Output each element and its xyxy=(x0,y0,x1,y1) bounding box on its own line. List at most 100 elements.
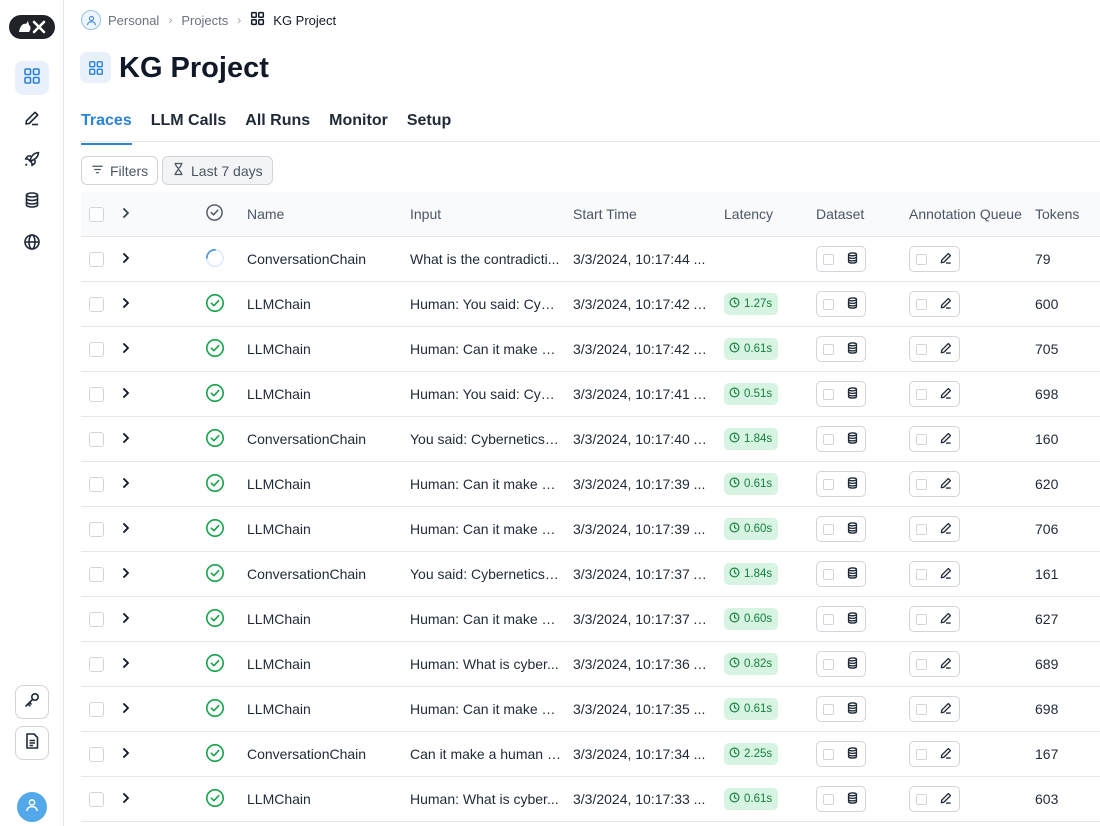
table-row[interactable]: ConversationChain What is the contradicti… xyxy=(81,237,1100,282)
add-to-annotation-queue-button[interactable] xyxy=(909,471,960,497)
run-name[interactable]: LLMChain xyxy=(247,282,311,326)
dataset-checkbox[interactable] xyxy=(823,433,834,445)
expand-chevron-icon[interactable] xyxy=(121,296,131,312)
tab-llm-calls[interactable]: LLM Calls xyxy=(151,109,227,145)
add-to-dataset-button[interactable] xyxy=(816,471,866,497)
expand-chevron-icon[interactable] xyxy=(121,566,131,582)
add-to-dataset-button[interactable] xyxy=(816,516,866,542)
row-checkbox[interactable] xyxy=(89,791,104,807)
add-to-dataset-button[interactable] xyxy=(816,741,866,767)
header-tokens[interactable]: Tokens xyxy=(1035,192,1095,236)
sidebar-annotation[interactable] xyxy=(15,103,49,137)
row-checkbox[interactable] xyxy=(89,296,104,312)
add-to-annotation-queue-button[interactable] xyxy=(909,696,960,722)
expand-chevron-icon[interactable] xyxy=(121,701,131,717)
row-checkbox[interactable] xyxy=(89,386,104,402)
run-name[interactable]: ConversationChain xyxy=(247,417,366,461)
add-to-dataset-button[interactable] xyxy=(816,291,866,317)
table-row[interactable]: LLMChain Human: Can it make a ... 3/3/2024… xyxy=(81,597,1100,642)
add-to-annotation-queue-button[interactable] xyxy=(909,606,960,632)
expand-chevron-icon[interactable] xyxy=(121,431,131,447)
queue-checkbox[interactable] xyxy=(916,748,927,760)
tab-traces[interactable]: Traces xyxy=(81,109,132,145)
sidebar-docs[interactable] xyxy=(15,726,49,760)
table-row[interactable]: ConversationChain You said: Cybernetics i… xyxy=(81,417,1100,462)
run-name[interactable]: LLMChain xyxy=(247,462,311,506)
queue-checkbox[interactable] xyxy=(916,613,927,625)
dataset-checkbox[interactable] xyxy=(823,793,834,805)
row-checkbox[interactable] xyxy=(89,476,104,492)
table-row[interactable]: LLMChain Human: What is cyber... 3/3/2024,… xyxy=(81,777,1100,822)
add-to-annotation-queue-button[interactable] xyxy=(909,381,960,407)
add-to-annotation-queue-button[interactable] xyxy=(909,741,960,767)
expand-chevron-icon[interactable] xyxy=(121,521,131,537)
run-name[interactable]: LLMChain xyxy=(247,372,311,416)
row-checkbox[interactable] xyxy=(89,341,104,357)
run-name[interactable]: LLMChain xyxy=(247,597,311,641)
header-latency[interactable]: Latency xyxy=(724,192,804,236)
queue-checkbox[interactable] xyxy=(916,388,927,400)
add-to-dataset-button[interactable] xyxy=(816,381,866,407)
run-name[interactable]: LLMChain xyxy=(247,642,311,686)
user-avatar[interactable] xyxy=(17,792,47,822)
header-input[interactable]: Input xyxy=(410,192,562,236)
expand-chevron-icon[interactable] xyxy=(121,386,131,402)
header-annotation-queue[interactable]: Annotation Queue xyxy=(909,192,1029,236)
row-checkbox[interactable] xyxy=(89,251,104,267)
queue-checkbox[interactable] xyxy=(916,298,927,310)
table-row[interactable]: LLMChain Human: Can it make a ... 3/3/2024… xyxy=(81,507,1100,552)
row-checkbox[interactable] xyxy=(89,746,104,762)
breadcrumb-projects[interactable]: Projects xyxy=(181,13,228,28)
add-to-dataset-button[interactable] xyxy=(816,606,866,632)
dataset-checkbox[interactable] xyxy=(823,748,834,760)
add-to-dataset-button[interactable] xyxy=(816,246,866,272)
expand-chevron-icon[interactable] xyxy=(121,611,131,627)
row-checkbox[interactable] xyxy=(89,566,104,582)
dataset-checkbox[interactable] xyxy=(823,523,834,535)
run-name[interactable]: ConversationChain xyxy=(247,732,366,776)
queue-checkbox[interactable] xyxy=(916,253,927,265)
app-logo[interactable] xyxy=(9,15,55,39)
breadcrumb-personal[interactable]: Personal xyxy=(108,13,159,28)
row-checkbox[interactable] xyxy=(89,701,104,717)
queue-checkbox[interactable] xyxy=(916,703,927,715)
expand-chevron-icon[interactable] xyxy=(121,746,131,762)
sidebar-projects[interactable] xyxy=(15,61,49,95)
sidebar-deployments[interactable] xyxy=(15,144,49,178)
run-name[interactable]: LLMChain xyxy=(247,327,311,371)
table-row[interactable]: LLMChain Human: You said: Cybe... 3/3/2024… xyxy=(81,282,1100,327)
dataset-checkbox[interactable] xyxy=(823,388,834,400)
dataset-checkbox[interactable] xyxy=(823,703,834,715)
sidebar-api-keys[interactable] xyxy=(15,685,49,719)
select-all-checkbox[interactable] xyxy=(89,206,104,222)
table-row[interactable]: LLMChain Human: Can it make a ... 3/3/2024… xyxy=(81,327,1100,372)
dataset-checkbox[interactable] xyxy=(823,343,834,355)
row-checkbox[interactable] xyxy=(89,521,104,537)
table-row[interactable]: LLMChain Human: What is cyber... 3/3/2024,… xyxy=(81,642,1100,687)
queue-checkbox[interactable] xyxy=(916,478,927,490)
queue-checkbox[interactable] xyxy=(916,793,927,805)
sidebar-datasets[interactable] xyxy=(15,185,49,219)
add-to-annotation-queue-button[interactable] xyxy=(909,246,960,272)
queue-checkbox[interactable] xyxy=(916,658,927,670)
add-to-dataset-button[interactable] xyxy=(816,561,866,587)
run-name[interactable]: LLMChain xyxy=(247,687,311,731)
tab-monitor[interactable]: Monitor xyxy=(329,109,388,145)
table-row[interactable]: LLMChain Human: You said: Cybe... 3/3/2024… xyxy=(81,372,1100,417)
expand-all-chevron-icon[interactable] xyxy=(121,206,131,222)
run-name[interactable]: ConversationChain xyxy=(247,237,366,281)
header-name[interactable]: Name xyxy=(247,192,397,236)
row-checkbox[interactable] xyxy=(89,611,104,627)
row-checkbox[interactable] xyxy=(89,656,104,672)
add-to-annotation-queue-button[interactable] xyxy=(909,786,960,812)
add-to-annotation-queue-button[interactable] xyxy=(909,651,960,677)
add-to-annotation-queue-button[interactable] xyxy=(909,516,960,542)
run-name[interactable]: LLMChain xyxy=(247,777,311,821)
queue-checkbox[interactable] xyxy=(916,568,927,580)
header-dataset[interactable]: Dataset xyxy=(816,192,896,236)
dataset-checkbox[interactable] xyxy=(823,478,834,490)
sidebar-hub[interactable] xyxy=(15,227,49,261)
expand-chevron-icon[interactable] xyxy=(121,476,131,492)
table-row[interactable]: ConversationChain You said: Cybernetics i… xyxy=(81,552,1100,597)
add-to-dataset-button[interactable] xyxy=(816,786,866,812)
